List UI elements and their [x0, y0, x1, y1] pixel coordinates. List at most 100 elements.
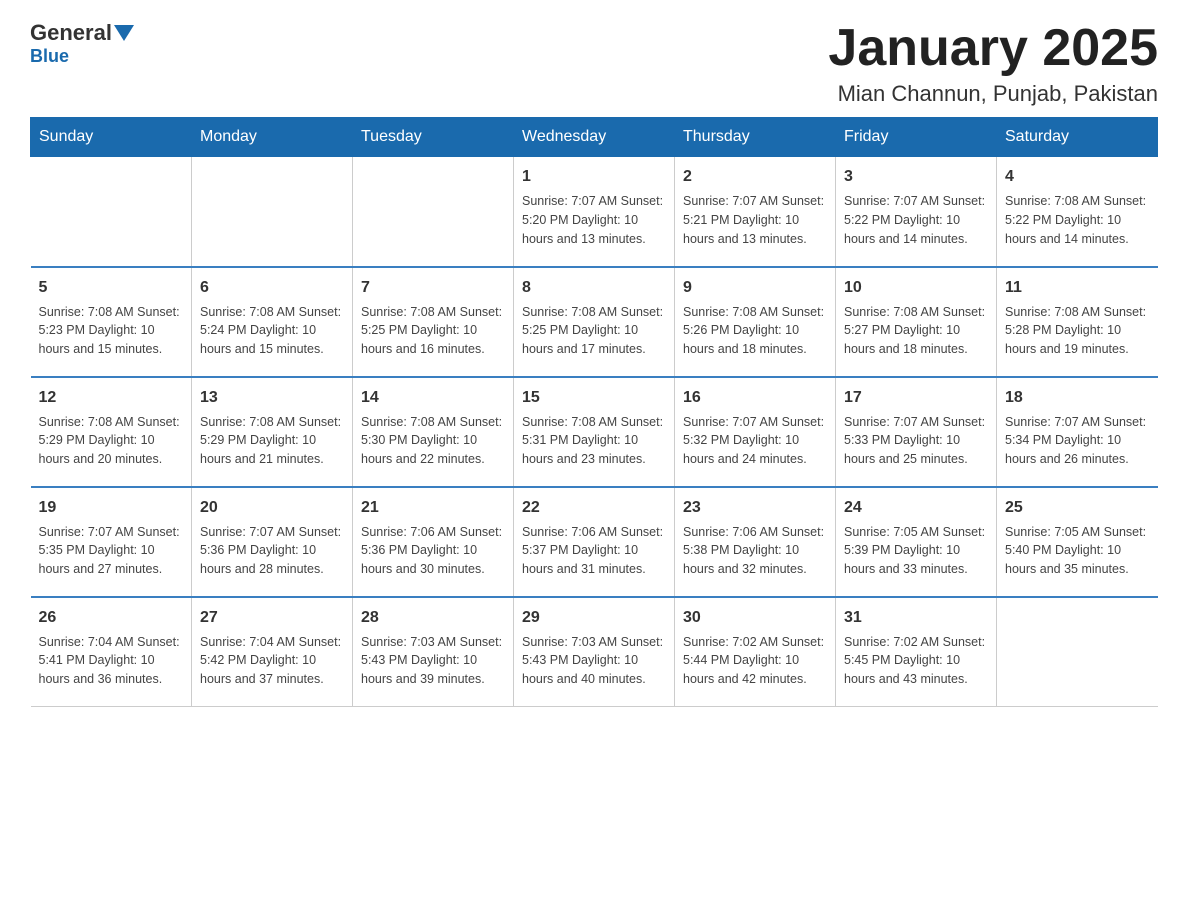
- calendar-cell: [31, 157, 192, 267]
- day-number: 1: [522, 165, 666, 189]
- calendar-cell: 14 Sunrise: 7:08 AM Sunset: 5:30 PM Dayli…: [353, 377, 514, 487]
- calendar-cell: 1Sunrise: 7:07 AM Sunset: 5:20 PM Daylig…: [514, 157, 675, 267]
- day-number: 13: [200, 386, 344, 410]
- day-info: Sunrise: 7:06 AM Sunset: 5:38 PM Dayligh…: [683, 523, 827, 579]
- calendar-cell: 2 Sunrise: 7:07 AM Sunset: 5:21 PM Daylig…: [675, 157, 836, 267]
- day-info: Sunrise: 7:02 AM Sunset: 5:45 PM Dayligh…: [844, 633, 988, 689]
- day-info: Sunrise: 7:08 AM Sunset: 5:30 PM Dayligh…: [361, 413, 505, 469]
- day-info: Sunrise: 7:08 AM Sunset: 5:23 PM Dayligh…: [39, 303, 184, 359]
- calendar-cell: [997, 597, 1158, 707]
- day-number: 14: [361, 386, 505, 410]
- day-of-week-header: Sunday: [31, 118, 192, 157]
- day-of-week-header: Saturday: [997, 118, 1158, 157]
- calendar-cell: 4 Sunrise: 7:08 AM Sunset: 5:22 PM Daylig…: [997, 157, 1158, 267]
- day-info: Sunrise: 7:08 AM Sunset: 5:29 PM Dayligh…: [200, 413, 344, 469]
- calendar-cell: 11 Sunrise: 7:08 AM Sunset: 5:28 PM Dayli…: [997, 267, 1158, 377]
- calendar-cell: [192, 157, 353, 267]
- day-info: Sunrise: 7:04 AM Sunset: 5:41 PM Dayligh…: [39, 633, 184, 689]
- logo-triangle-icon: [114, 25, 134, 41]
- calendar-cell: 30Sunrise: 7:02 AM Sunset: 5:44 PM Dayli…: [675, 597, 836, 707]
- day-info: Sunrise: 7:05 AM Sunset: 5:39 PM Dayligh…: [844, 523, 988, 579]
- day-info: Sunrise: 7:07 AM Sunset: 5:36 PM Dayligh…: [200, 523, 344, 579]
- day-info: Sunrise: 7:08 AM Sunset: 5:24 PM Dayligh…: [200, 303, 344, 359]
- calendar-cell: 15Sunrise: 7:08 AM Sunset: 5:31 PM Dayli…: [514, 377, 675, 487]
- calendar-week-row: 19 Sunrise: 7:07 AM Sunset: 5:35 PM Dayli…: [31, 487, 1158, 597]
- day-number: 29: [522, 606, 666, 630]
- day-number: 17: [844, 386, 988, 410]
- day-number: 9: [683, 276, 827, 300]
- day-info: Sunrise: 7:07 AM Sunset: 5:21 PM Dayligh…: [683, 192, 827, 248]
- day-info: Sunrise: 7:07 AM Sunset: 5:22 PM Dayligh…: [844, 192, 988, 248]
- calendar-header-row: SundayMondayTuesdayWednesdayThursdayFrid…: [31, 118, 1158, 157]
- calendar-cell: 7 Sunrise: 7:08 AM Sunset: 5:25 PM Daylig…: [353, 267, 514, 377]
- calendar-cell: [353, 157, 514, 267]
- calendar-cell: 19 Sunrise: 7:07 AM Sunset: 5:35 PM Dayli…: [31, 487, 192, 597]
- calendar-week-row: 12Sunrise: 7:08 AM Sunset: 5:29 PM Dayli…: [31, 377, 1158, 487]
- day-number: 28: [361, 606, 505, 630]
- calendar-cell: 8Sunrise: 7:08 AM Sunset: 5:25 PM Daylig…: [514, 267, 675, 377]
- day-info: Sunrise: 7:08 AM Sunset: 5:25 PM Dayligh…: [361, 303, 505, 359]
- day-number: 21: [361, 496, 505, 520]
- calendar-cell: 22Sunrise: 7:06 AM Sunset: 5:37 PM Dayli…: [514, 487, 675, 597]
- calendar-cell: 26 Sunrise: 7:04 AM Sunset: 5:41 PM Dayli…: [31, 597, 192, 707]
- day-number: 20: [200, 496, 344, 520]
- calendar-cell: 28 Sunrise: 7:03 AM Sunset: 5:43 PM Dayli…: [353, 597, 514, 707]
- day-info: Sunrise: 7:07 AM Sunset: 5:35 PM Dayligh…: [39, 523, 184, 579]
- day-info: Sunrise: 7:08 AM Sunset: 5:22 PM Dayligh…: [1005, 192, 1150, 248]
- subtitle: Mian Channun, Punjab, Pakistan: [828, 81, 1158, 107]
- day-number: 23: [683, 496, 827, 520]
- day-of-week-header: Wednesday: [514, 118, 675, 157]
- calendar-cell: 3 Sunrise: 7:07 AM Sunset: 5:22 PM Daylig…: [836, 157, 997, 267]
- day-info: Sunrise: 7:08 AM Sunset: 5:26 PM Dayligh…: [683, 303, 827, 359]
- day-number: 27: [200, 606, 344, 630]
- day-number: 11: [1005, 276, 1150, 300]
- day-number: 6: [200, 276, 344, 300]
- calendar-cell: 9 Sunrise: 7:08 AM Sunset: 5:26 PM Daylig…: [675, 267, 836, 377]
- day-info: Sunrise: 7:02 AM Sunset: 5:44 PM Dayligh…: [683, 633, 827, 689]
- day-info: Sunrise: 7:03 AM Sunset: 5:43 PM Dayligh…: [522, 633, 666, 689]
- day-info: Sunrise: 7:05 AM Sunset: 5:40 PM Dayligh…: [1005, 523, 1150, 579]
- day-number: 4: [1005, 165, 1150, 189]
- day-info: Sunrise: 7:08 AM Sunset: 5:28 PM Dayligh…: [1005, 303, 1150, 359]
- calendar-cell: 17Sunrise: 7:07 AM Sunset: 5:33 PM Dayli…: [836, 377, 997, 487]
- calendar-cell: 5 Sunrise: 7:08 AM Sunset: 5:23 PM Daylig…: [31, 267, 192, 377]
- calendar-cell: 31 Sunrise: 7:02 AM Sunset: 5:45 PM Dayli…: [836, 597, 997, 707]
- day-number: 10: [844, 276, 988, 300]
- day-number: 15: [522, 386, 666, 410]
- day-of-week-header: Thursday: [675, 118, 836, 157]
- calendar-cell: 6 Sunrise: 7:08 AM Sunset: 5:24 PM Daylig…: [192, 267, 353, 377]
- day-of-week-header: Friday: [836, 118, 997, 157]
- logo-general-text: General: [30, 20, 112, 46]
- day-number: 5: [39, 276, 184, 300]
- day-of-week-header: Monday: [192, 118, 353, 157]
- calendar-cell: 29 Sunrise: 7:03 AM Sunset: 5:43 PM Dayli…: [514, 597, 675, 707]
- calendar-week-row: 5 Sunrise: 7:08 AM Sunset: 5:23 PM Daylig…: [31, 267, 1158, 377]
- day-info: Sunrise: 7:07 AM Sunset: 5:32 PM Dayligh…: [683, 413, 827, 469]
- day-info: Sunrise: 7:04 AM Sunset: 5:42 PM Dayligh…: [200, 633, 344, 689]
- day-number: 31: [844, 606, 988, 630]
- calendar-cell: 25Sunrise: 7:05 AM Sunset: 5:40 PM Dayli…: [997, 487, 1158, 597]
- calendar-cell: 10Sunrise: 7:08 AM Sunset: 5:27 PM Dayli…: [836, 267, 997, 377]
- day-number: 19: [39, 496, 184, 520]
- main-title: January 2025: [828, 20, 1158, 77]
- calendar-cell: 27 Sunrise: 7:04 AM Sunset: 5:42 PM Dayli…: [192, 597, 353, 707]
- calendar-cell: 13 Sunrise: 7:08 AM Sunset: 5:29 PM Dayli…: [192, 377, 353, 487]
- calendar-cell: 12Sunrise: 7:08 AM Sunset: 5:29 PM Dayli…: [31, 377, 192, 487]
- page-header: General Blue January 2025 Mian Channun, …: [30, 20, 1158, 107]
- day-info: Sunrise: 7:06 AM Sunset: 5:37 PM Dayligh…: [522, 523, 666, 579]
- day-number: 7: [361, 276, 505, 300]
- calendar-cell: 18Sunrise: 7:07 AM Sunset: 5:34 PM Dayli…: [997, 377, 1158, 487]
- calendar-week-row: 26 Sunrise: 7:04 AM Sunset: 5:41 PM Dayli…: [31, 597, 1158, 707]
- day-number: 26: [39, 606, 184, 630]
- title-block: January 2025 Mian Channun, Punjab, Pakis…: [828, 20, 1158, 107]
- day-info: Sunrise: 7:06 AM Sunset: 5:36 PM Dayligh…: [361, 523, 505, 579]
- day-number: 2: [683, 165, 827, 189]
- day-number: 18: [1005, 386, 1150, 410]
- calendar-cell: 23 Sunrise: 7:06 AM Sunset: 5:38 PM Dayli…: [675, 487, 836, 597]
- day-of-week-header: Tuesday: [353, 118, 514, 157]
- day-info: Sunrise: 7:08 AM Sunset: 5:25 PM Dayligh…: [522, 303, 666, 359]
- day-info: Sunrise: 7:03 AM Sunset: 5:43 PM Dayligh…: [361, 633, 505, 689]
- day-number: 3: [844, 165, 988, 189]
- calendar-week-row: 1Sunrise: 7:07 AM Sunset: 5:20 PM Daylig…: [31, 157, 1158, 267]
- calendar-table: SundayMondayTuesdayWednesdayThursdayFrid…: [30, 117, 1158, 707]
